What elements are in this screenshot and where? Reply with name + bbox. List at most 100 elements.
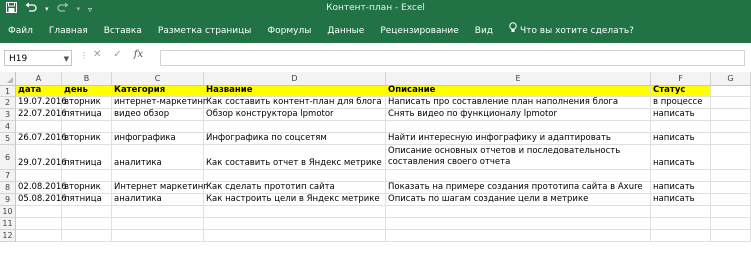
table-cell[interactable]: [16, 206, 62, 218]
table-cell[interactable]: [711, 230, 751, 242]
table-cell[interactable]: [62, 206, 112, 218]
row-header-8[interactable]: 8: [0, 182, 16, 194]
table-cell[interactable]: аналитика: [112, 145, 204, 170]
column-header-e[interactable]: E: [386, 72, 651, 86]
table-cell[interactable]: [711, 121, 751, 133]
header-cell[interactable]: дата: [16, 85, 62, 97]
table-cell[interactable]: 05.08.2016: [16, 194, 67, 206]
table-cell[interactable]: [112, 230, 204, 242]
table-cell[interactable]: [386, 121, 651, 133]
formula-bar-grip-icon[interactable]: ⋮: [80, 51, 88, 60]
tab-view[interactable]: Вид: [467, 19, 501, 43]
table-cell[interactable]: [711, 206, 751, 218]
row-header-1[interactable]: 1: [0, 86, 16, 97]
table-cell[interactable]: [711, 218, 751, 230]
table-cell[interactable]: аналитика: [112, 194, 204, 206]
table-cell[interactable]: 26.07.2016: [16, 133, 67, 145]
header-cell[interactable]: Описание: [386, 85, 651, 97]
row-header-9[interactable]: 9: [0, 194, 16, 206]
table-cell[interactable]: написать: [651, 145, 711, 170]
table-cell[interactable]: написать: [651, 182, 711, 194]
row-header-11[interactable]: 11: [0, 218, 16, 230]
row-header-6[interactable]: 6: [0, 145, 16, 170]
table-cell[interactable]: Интернет маркетинг: [112, 182, 208, 194]
table-cell[interactable]: [204, 218, 386, 230]
header-cell[interactable]: Категория: [112, 85, 204, 97]
table-cell[interactable]: 29.07.2016: [16, 145, 67, 170]
table-cell[interactable]: Как сделать прототип сайта: [204, 182, 386, 194]
tab-home[interactable]: Главная: [41, 19, 96, 43]
cancel-icon[interactable]: ✕: [93, 49, 101, 60]
column-header-g[interactable]: G: [711, 72, 751, 86]
table-cell[interactable]: [711, 133, 751, 145]
table-cell[interactable]: видео обзор: [112, 109, 204, 121]
table-cell[interactable]: [16, 218, 62, 230]
table-cell[interactable]: интернет-маркетинг: [112, 97, 207, 109]
table-cell[interactable]: [112, 170, 204, 182]
table-cell[interactable]: [112, 206, 204, 218]
table-cell[interactable]: [386, 230, 651, 242]
table-cell[interactable]: [651, 230, 711, 242]
table-cell[interactable]: [386, 218, 651, 230]
table-cell[interactable]: Показать на примере создания прототипа с…: [386, 182, 651, 194]
table-cell[interactable]: [62, 121, 112, 133]
table-cell[interactable]: Описание основных отчетов и последовател…: [386, 145, 651, 170]
row-header-10[interactable]: 10: [0, 206, 16, 218]
table-cell[interactable]: написать: [651, 109, 711, 121]
table-cell[interactable]: 22.07.2016: [16, 109, 67, 121]
table-cell[interactable]: [386, 206, 651, 218]
tell-me-box[interactable]: Что вы хотите сделать?: [501, 19, 642, 43]
column-header-a[interactable]: A: [16, 72, 62, 86]
tab-page-layout[interactable]: Разметка страницы: [150, 19, 260, 43]
column-header-b[interactable]: B: [62, 72, 112, 86]
header-cell[interactable]: Статус: [651, 85, 711, 97]
name-box-dropdown-icon[interactable]: ▼: [64, 51, 69, 67]
table-cell[interactable]: написать: [651, 194, 711, 206]
tab-review[interactable]: Рецензирование: [372, 19, 466, 43]
table-cell[interactable]: [204, 121, 386, 133]
table-cell[interactable]: инфографика: [112, 133, 204, 145]
table-cell[interactable]: [711, 109, 751, 121]
table-cell[interactable]: [711, 145, 751, 170]
table-cell[interactable]: 02.08.2016: [16, 182, 67, 194]
table-cell[interactable]: Как составить контент-план для блога: [204, 97, 386, 109]
row-header-4[interactable]: 4: [0, 121, 16, 133]
table-cell[interactable]: [16, 230, 62, 242]
table-cell[interactable]: [204, 230, 386, 242]
select-all-button[interactable]: [0, 72, 16, 86]
name-box[interactable]: H19 ▼: [4, 50, 72, 66]
table-cell[interactable]: вторник: [62, 97, 112, 109]
table-cell[interactable]: Инфографика по соцсетям: [204, 133, 386, 145]
tab-data[interactable]: Данные: [319, 19, 372, 43]
header-cell[interactable]: [711, 86, 751, 97]
tab-formulas[interactable]: Формулы: [259, 19, 319, 43]
table-cell[interactable]: [112, 218, 204, 230]
table-cell[interactable]: [204, 206, 386, 218]
table-cell[interactable]: [651, 206, 711, 218]
row-header-5[interactable]: 5: [0, 133, 16, 145]
table-cell[interactable]: [62, 170, 112, 182]
tab-insert[interactable]: Вставка: [96, 19, 150, 43]
table-cell[interactable]: Написать про составление план наполнения…: [386, 97, 651, 109]
header-cell[interactable]: Название: [204, 85, 386, 97]
table-cell[interactable]: [16, 170, 62, 182]
table-cell[interactable]: 19.07.2016: [16, 97, 67, 109]
insert-function-icon[interactable]: fx: [134, 49, 143, 60]
table-cell[interactable]: [651, 218, 711, 230]
table-cell[interactable]: Найти интересную инфографику и адаптиров…: [386, 133, 651, 145]
table-cell[interactable]: [112, 121, 204, 133]
formula-input[interactable]: [160, 50, 745, 66]
table-cell[interactable]: вторник: [62, 133, 112, 145]
table-cell[interactable]: [711, 97, 751, 109]
table-cell[interactable]: Описать по шагам создание цели в метрике: [386, 194, 651, 206]
table-cell[interactable]: написать: [651, 133, 711, 145]
table-cell[interactable]: [711, 182, 751, 194]
table-cell[interactable]: [62, 230, 112, 242]
table-cell[interactable]: [62, 218, 112, 230]
column-header-f[interactable]: F: [651, 72, 711, 86]
table-cell[interactable]: в процессе: [651, 97, 711, 109]
table-cell[interactable]: [16, 121, 62, 133]
table-cell[interactable]: Снять видео по функционалу lpmotor: [386, 109, 651, 121]
row-header-12[interactable]: 12: [0, 230, 16, 242]
table-cell[interactable]: Как составить отчет в Яндекс метрике: [204, 145, 386, 170]
